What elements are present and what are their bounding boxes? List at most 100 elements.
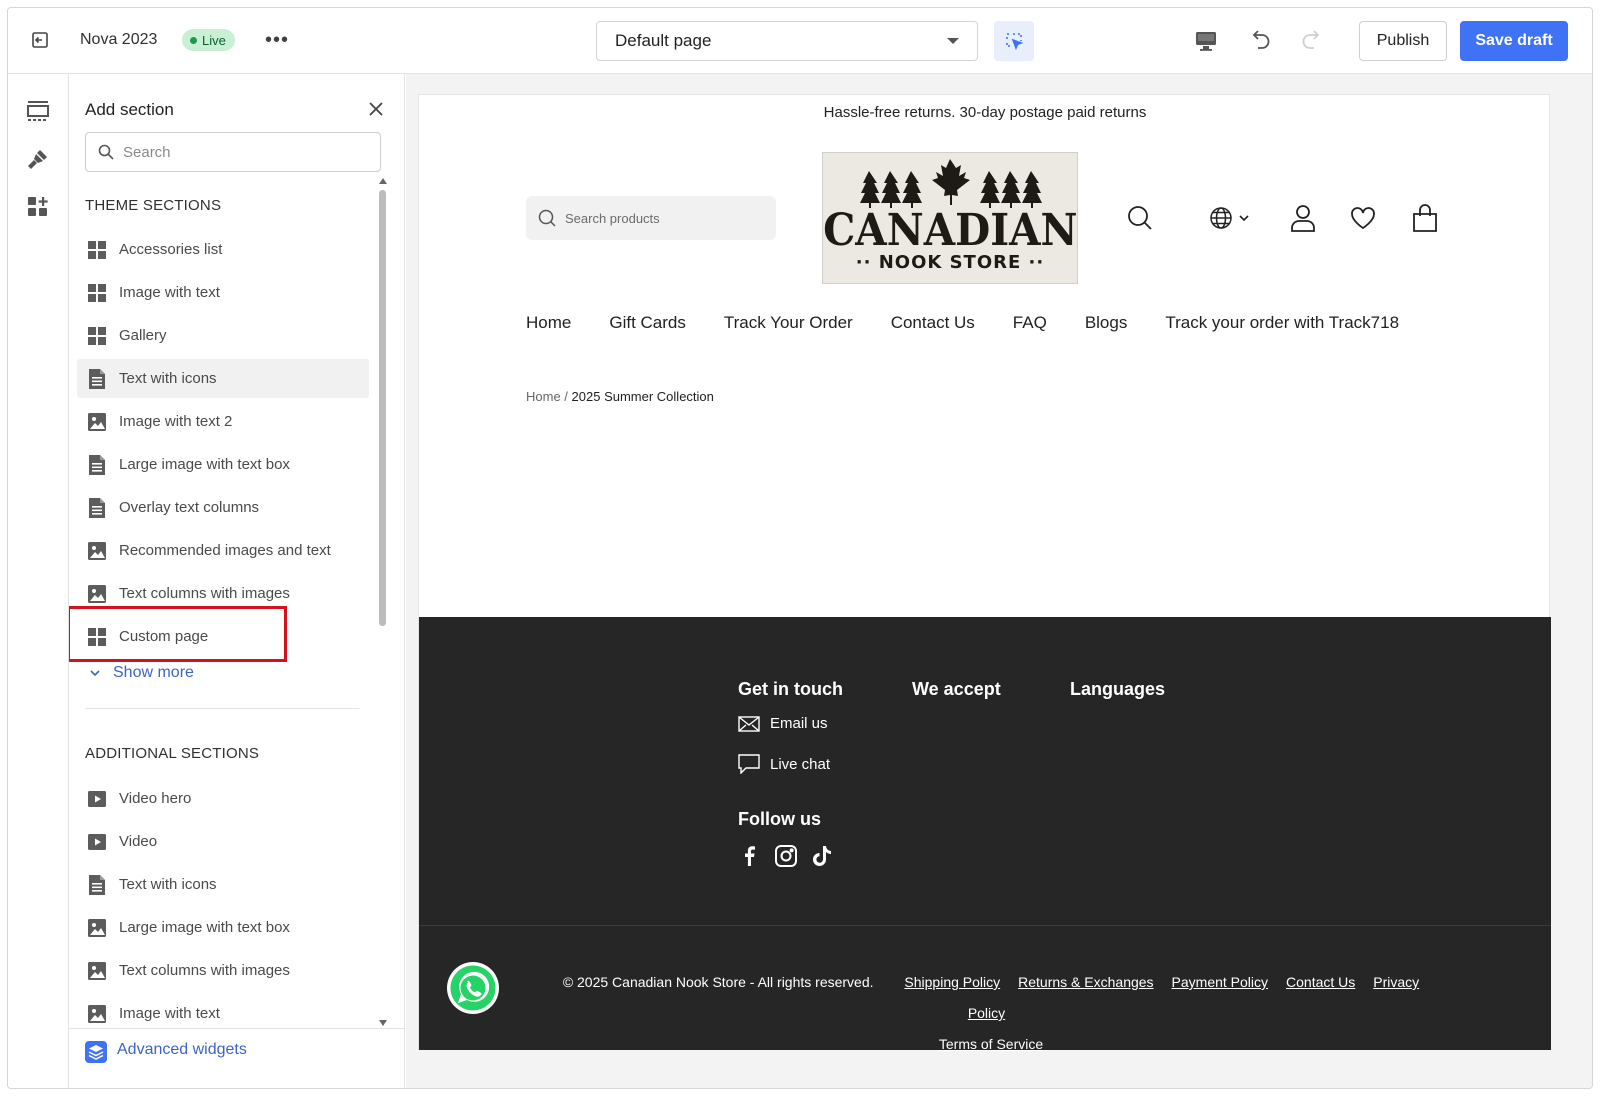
envelope-icon <box>738 715 760 732</box>
theme-section-item-recommended-images-and-text[interactable]: Recommended images and text <box>77 531 369 570</box>
user-icon <box>1291 205 1315 232</box>
more-options-button[interactable]: ••• <box>263 28 291 52</box>
nav-link-blogs[interactable]: Blogs <box>1085 313 1128 333</box>
footer-link-contact-us[interactable]: Contact Us <box>1286 974 1355 990</box>
status-badge: Live <box>182 29 235 51</box>
image-icon <box>87 1004 107 1024</box>
section-item-label: Accessories list <box>119 241 223 258</box>
additional-section-item-video-hero[interactable]: Video hero <box>77 779 369 818</box>
top-bar: Nova 2023 Live ••• Default page Publish … <box>8 8 1592 74</box>
grid-icon <box>87 283 107 303</box>
tiktok-link[interactable] <box>809 843 835 869</box>
grid-icon <box>87 326 107 346</box>
instagram-link[interactable] <box>773 843 799 869</box>
additional-section-item-text-with-icons[interactable]: Text with icons <box>77 865 369 904</box>
page-template-select[interactable]: Default page <box>596 21 978 61</box>
account-button[interactable] <box>1288 203 1318 233</box>
advanced-widgets-link[interactable]: Advanced widgets <box>69 1028 404 1088</box>
image-icon <box>87 584 107 604</box>
footer-follow-heading: Follow us <box>738 809 821 829</box>
footer-divider <box>419 925 1551 926</box>
panel-scrollbar-thumb[interactable] <box>379 190 386 626</box>
breadcrumb-home[interactable]: Home <box>526 389 561 404</box>
section-search-input[interactable] <box>123 143 363 161</box>
exit-editor-button[interactable] <box>28 28 52 52</box>
nav-link-gift-cards[interactable]: Gift Cards <box>609 313 686 333</box>
chevron-down-icon <box>1239 215 1249 222</box>
cart-button[interactable] <box>1410 203 1440 233</box>
rail-sections-button[interactable] <box>25 98 51 124</box>
image-icon <box>87 412 107 432</box>
footer-link-terms-of-service[interactable]: Terms of Service <box>939 1036 1043 1052</box>
rail-theme-settings-button[interactable] <box>25 146 51 172</box>
footer-we-accept-heading: We accept <box>912 679 1001 699</box>
nav-link-track-your-order-with-track718[interactable]: Track your order with Track718 <box>1165 313 1399 333</box>
wishlist-button[interactable] <box>1348 203 1378 233</box>
show-more-label: Show more <box>113 664 194 681</box>
logo-title: CANADIAN <box>822 205 1078 256</box>
breadcrumb: Home / 2025 Summer Collection <box>526 389 714 404</box>
theme-section-item-text-with-icons[interactable]: Text with icons <box>77 359 369 398</box>
footer-get-in-touch-heading: Get in touch <box>738 679 843 699</box>
nav-link-home[interactable]: Home <box>526 313 571 333</box>
scroll-down-arrow[interactable] <box>379 1020 387 1026</box>
language-selector[interactable] <box>1205 203 1255 233</box>
footer-languages-heading: Languages <box>1070 679 1166 699</box>
document-icon <box>87 454 107 475</box>
page-template-value: Default page <box>615 31 712 50</box>
footer-link-payment-policy[interactable]: Payment Policy <box>1172 974 1268 990</box>
section-item-label: Image with text <box>119 284 220 301</box>
nav-link-contact-us[interactable]: Contact Us <box>891 313 975 333</box>
whatsapp-chat-button[interactable] <box>445 961 501 1017</box>
footer-email-link[interactable]: Email us <box>738 715 828 732</box>
show-more-link[interactable]: Show more <box>89 664 194 682</box>
section-item-label: Custom page <box>119 628 209 645</box>
header-search-button[interactable] <box>1125 203 1155 233</box>
section-item-label: Text with icons <box>119 876 217 893</box>
announcement-bar: Hassle-free returns. 30-day postage paid… <box>823 104 1147 121</box>
breadcrumb-separator: / <box>560 389 572 404</box>
image-icon <box>87 918 107 938</box>
nav-link-faq[interactable]: FAQ <box>1013 313 1047 333</box>
footer-link-shipping-policy[interactable]: Shipping Policy <box>904 974 1000 990</box>
additional-section-item-text-columns-with-images[interactable]: Text columns with images <box>77 951 369 990</box>
image-icon <box>87 961 107 981</box>
footer-link-returns-exchanges[interactable]: Returns & Exchanges <box>1018 974 1153 990</box>
store-logo[interactable]: CANADIAN ·· NOOK STORE ·· <box>822 152 1078 284</box>
section-item-label: Image with text <box>119 1005 220 1022</box>
theme-section-item-image-with-text-2[interactable]: Image with text 2 <box>77 402 369 441</box>
theme-section-item-overlay-text-columns[interactable]: Overlay text columns <box>77 488 369 527</box>
grid-icon <box>87 240 107 260</box>
additional-section-item-large-image-with-text-box[interactable]: Large image with text box <box>77 908 369 947</box>
section-item-label: Recommended images and text <box>119 542 331 559</box>
additional-section-item-video[interactable]: Video <box>77 822 369 861</box>
theme-section-item-gallery[interactable]: Gallery <box>77 316 369 355</box>
shopping-bag-icon <box>1413 204 1437 232</box>
chevron-down-icon <box>90 670 100 677</box>
section-item-label: Gallery <box>119 327 167 344</box>
theme-section-item-custom-page[interactable]: Custom page <box>77 617 369 656</box>
store-search-input[interactable] <box>565 210 765 226</box>
undo-button[interactable] <box>1246 27 1274 55</box>
redo-icon <box>1302 30 1320 49</box>
image-icon <box>87 541 107 561</box>
theme-section-item-large-image-with-text-box[interactable]: Large image with text box <box>77 445 369 484</box>
close-panel-button[interactable] <box>365 98 387 120</box>
facebook-link[interactable] <box>736 843 762 869</box>
footer-live-chat-link[interactable]: Live chat <box>738 754 830 774</box>
publish-button[interactable]: Publish <box>1359 21 1447 61</box>
section-item-label: Video hero <box>119 790 192 807</box>
desktop-view-button[interactable] <box>1192 27 1220 55</box>
element-select-button[interactable] <box>994 21 1034 61</box>
rail-apps-button[interactable] <box>25 194 51 220</box>
section-search-box <box>85 132 381 172</box>
save-draft-button[interactable]: Save draft <box>1460 21 1568 61</box>
section-item-label: Large image with text box <box>119 456 290 473</box>
redo-button[interactable] <box>1298 27 1326 55</box>
scroll-up-arrow[interactable] <box>379 178 387 184</box>
theme-section-item-text-columns-with-images[interactable]: Text columns with images <box>77 574 369 613</box>
theme-section-item-image-with-text[interactable]: Image with text <box>77 273 369 312</box>
theme-section-item-accessories-list[interactable]: Accessories list <box>77 230 369 269</box>
nav-link-track-your-order[interactable]: Track Your Order <box>724 313 853 333</box>
store-nav: Home Gift Cards Track Your Order Contact Us… <box>526 313 1399 333</box>
